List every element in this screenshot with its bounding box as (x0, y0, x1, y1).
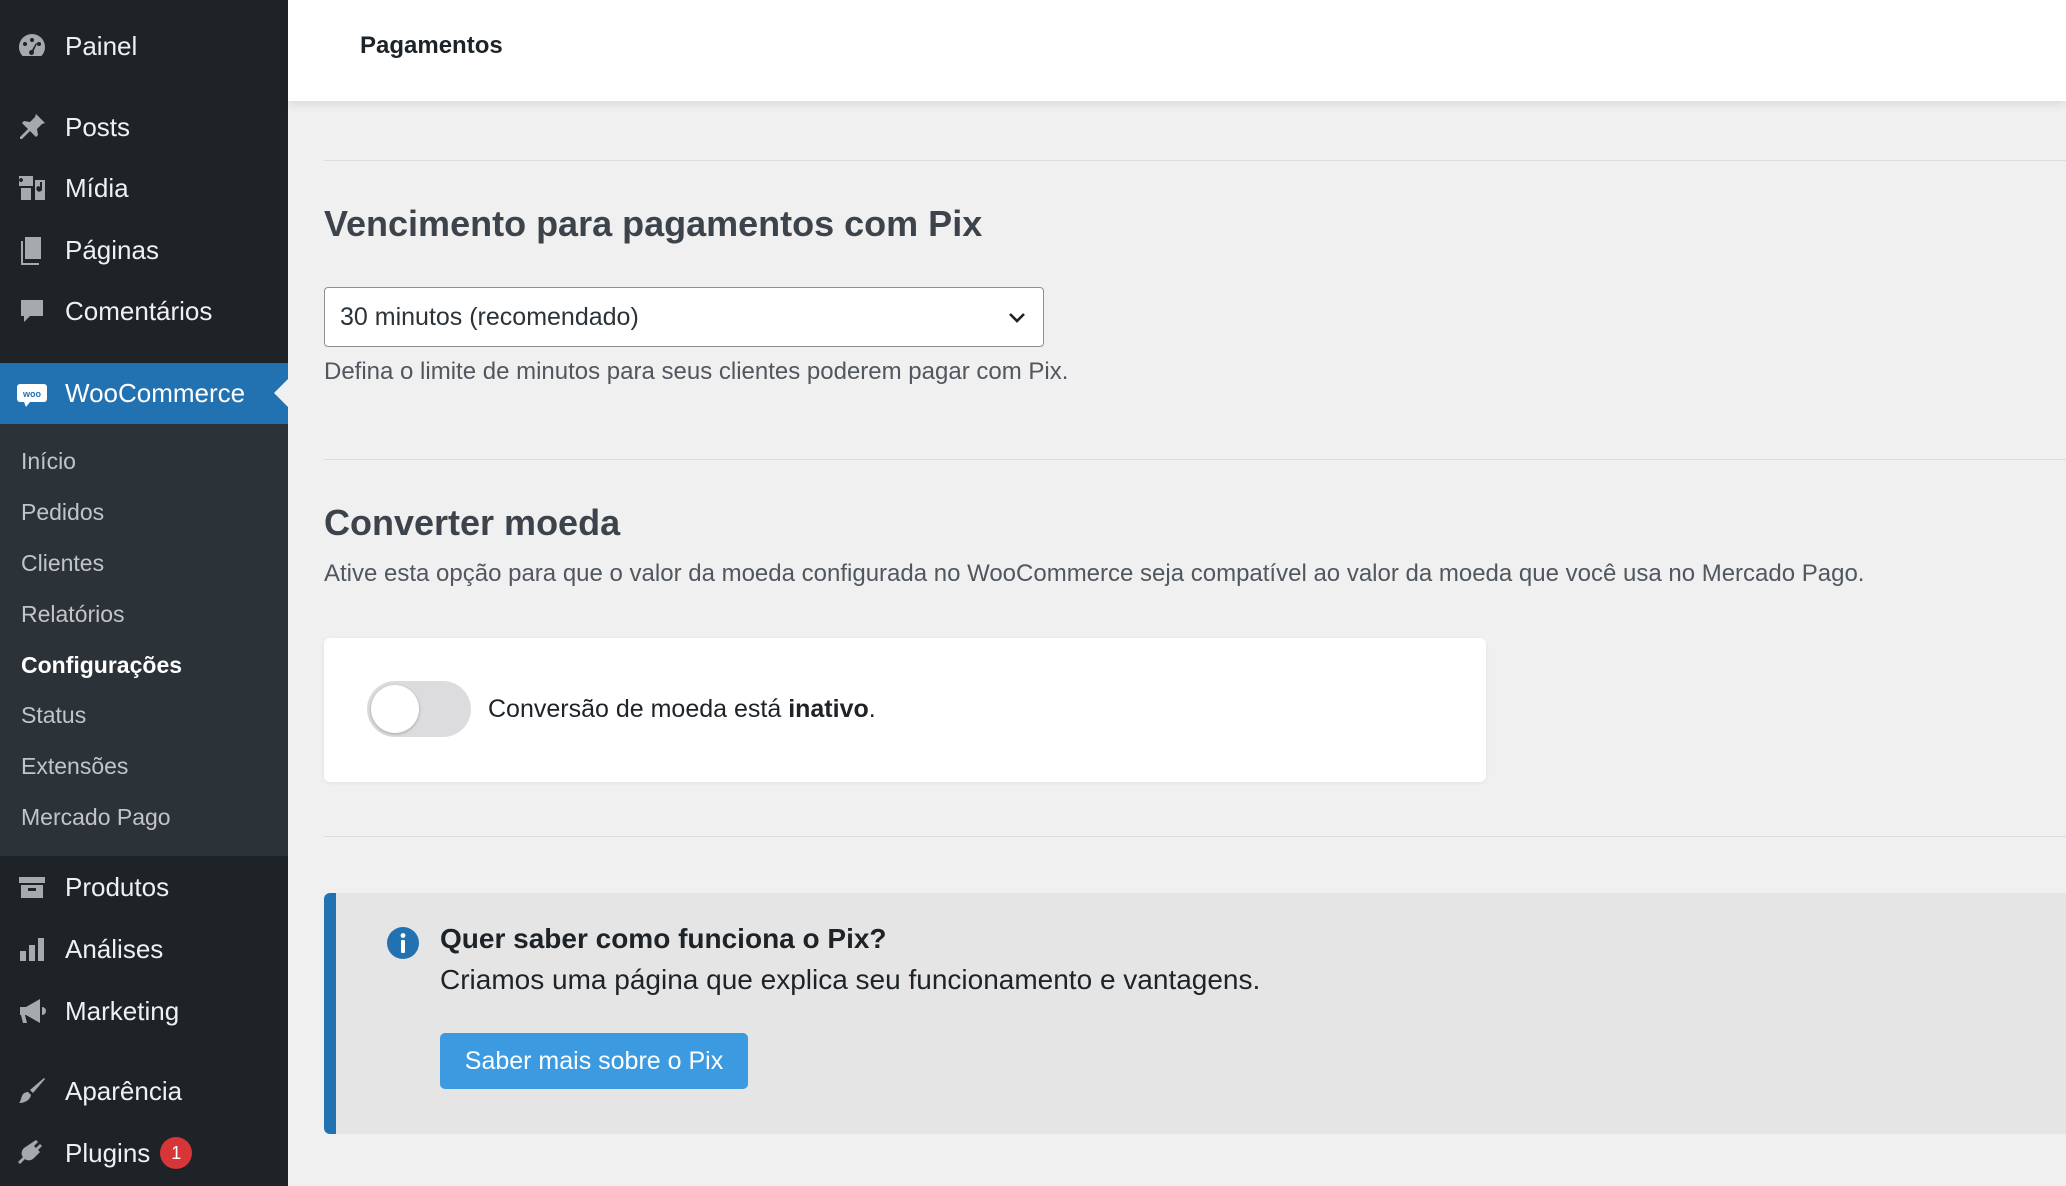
archive-icon (15, 870, 49, 904)
menu-label: Marketing (65, 995, 180, 1026)
menu-label: Mídia (65, 172, 129, 203)
menu-label: Produtos (65, 871, 170, 902)
submenu-item-status[interactable]: Status (21, 702, 86, 729)
pages-icon (15, 233, 49, 267)
submenu-item-pedidos[interactable]: Pedidos (21, 499, 104, 526)
toggle-label-suffix: . (868, 695, 876, 723)
submenu-item-inicio[interactable]: Início (21, 448, 76, 475)
current-menu-arrow (274, 379, 288, 407)
menu-item-posts[interactable]: Posts (0, 98, 288, 156)
menu-item-analises[interactable]: Análises (0, 920, 288, 978)
menu-item-produtos[interactable]: Produtos (0, 858, 288, 916)
menu-label: WooCommerce (65, 378, 246, 408)
media-icon (15, 171, 49, 205)
menu-label: Aparência (65, 1075, 183, 1106)
woocommerce-submenu: Início Pedidos Clientes Relatórios Confi… (0, 424, 288, 856)
menu-label: Posts (65, 111, 131, 142)
comments-icon (15, 294, 49, 328)
menu-label: Análises (65, 933, 164, 964)
pix-info-notice: Quer saber como funciona o Pix? Criamos … (324, 893, 2066, 1134)
currency-description: Ative esta opção para que o valor da moe… (324, 560, 1865, 587)
pix-expiration-select[interactable]: 30 minutos (recomendado) (324, 287, 1044, 347)
submenu-item-clientes[interactable]: Clientes (21, 550, 104, 577)
page-header: Pagamentos (288, 0, 2066, 101)
dashboard-icon (15, 29, 49, 63)
notice-text: Criamos uma página que explica seu funci… (440, 964, 1261, 995)
admin-sidebar: Painel Posts Mídia Páginas Comentários w… (0, 0, 288, 1186)
notice-title: Quer saber como funciona o Pix? (440, 923, 887, 954)
toggle-state: inativo (788, 695, 869, 723)
section-divider (324, 836, 2066, 837)
menu-item-plugins[interactable]: Plugins 1 (0, 1124, 288, 1182)
section-divider (324, 459, 2066, 460)
menu-item-comentarios[interactable]: Comentários (0, 282, 288, 340)
submenu-item-configuracoes[interactable]: Configurações (21, 652, 182, 679)
menu-item-midia[interactable]: Mídia (0, 159, 288, 217)
menu-label: Comentários (65, 295, 213, 326)
chevron-down-icon (1009, 313, 1025, 323)
learn-more-pix-button[interactable]: Saber mais sobre o Pix (440, 1033, 748, 1089)
pin-icon (15, 110, 49, 144)
currency-conversion-toggle[interactable] (367, 681, 471, 737)
page-title: Pagamentos (360, 32, 503, 59)
currency-toggle-card: Conversão de moeda está inativo. (324, 638, 1486, 782)
plug-icon (15, 1136, 49, 1170)
menu-item-aparencia[interactable]: Aparência (0, 1062, 288, 1120)
currency-heading: Converter moeda (324, 502, 621, 543)
plugins-update-badge: 1 (160, 1137, 193, 1169)
menu-item-woocommerce[interactable]: woo WooCommerce (0, 363, 288, 424)
menu-item-painel[interactable]: Painel (0, 17, 288, 75)
currency-toggle-label: Conversão de moeda está inativo. (488, 695, 876, 724)
submenu-item-extensoes[interactable]: Extensões (21, 753, 128, 780)
woo-logo-text: woo (22, 389, 41, 399)
section-divider (324, 160, 2066, 161)
submenu-item-relatorios[interactable]: Relatórios (21, 601, 125, 628)
toggle-label-prefix: Conversão de moeda está (488, 695, 789, 723)
megaphone-icon (15, 994, 49, 1028)
bar-chart-icon (15, 932, 49, 966)
menu-item-paginas[interactable]: Páginas (0, 221, 288, 279)
menu-label: Plugins (65, 1137, 151, 1168)
menu-label: Páginas (65, 234, 159, 265)
brush-icon (15, 1074, 49, 1108)
submenu-item-mercado-pago[interactable]: Mercado Pago (21, 804, 171, 831)
pix-expiration-selected-value: 30 minutos (recomendado) (340, 302, 639, 331)
menu-label: Painel (65, 30, 138, 61)
pix-expiration-description: Defina o limite de minutos para seus cli… (324, 358, 1069, 385)
woocommerce-icon: woo (15, 377, 49, 411)
info-icon (387, 927, 419, 959)
pix-expiration-heading: Vencimento para pagamentos com Pix (324, 203, 983, 244)
toggle-knob (371, 685, 419, 733)
menu-item-marketing[interactable]: Marketing (0, 982, 288, 1040)
